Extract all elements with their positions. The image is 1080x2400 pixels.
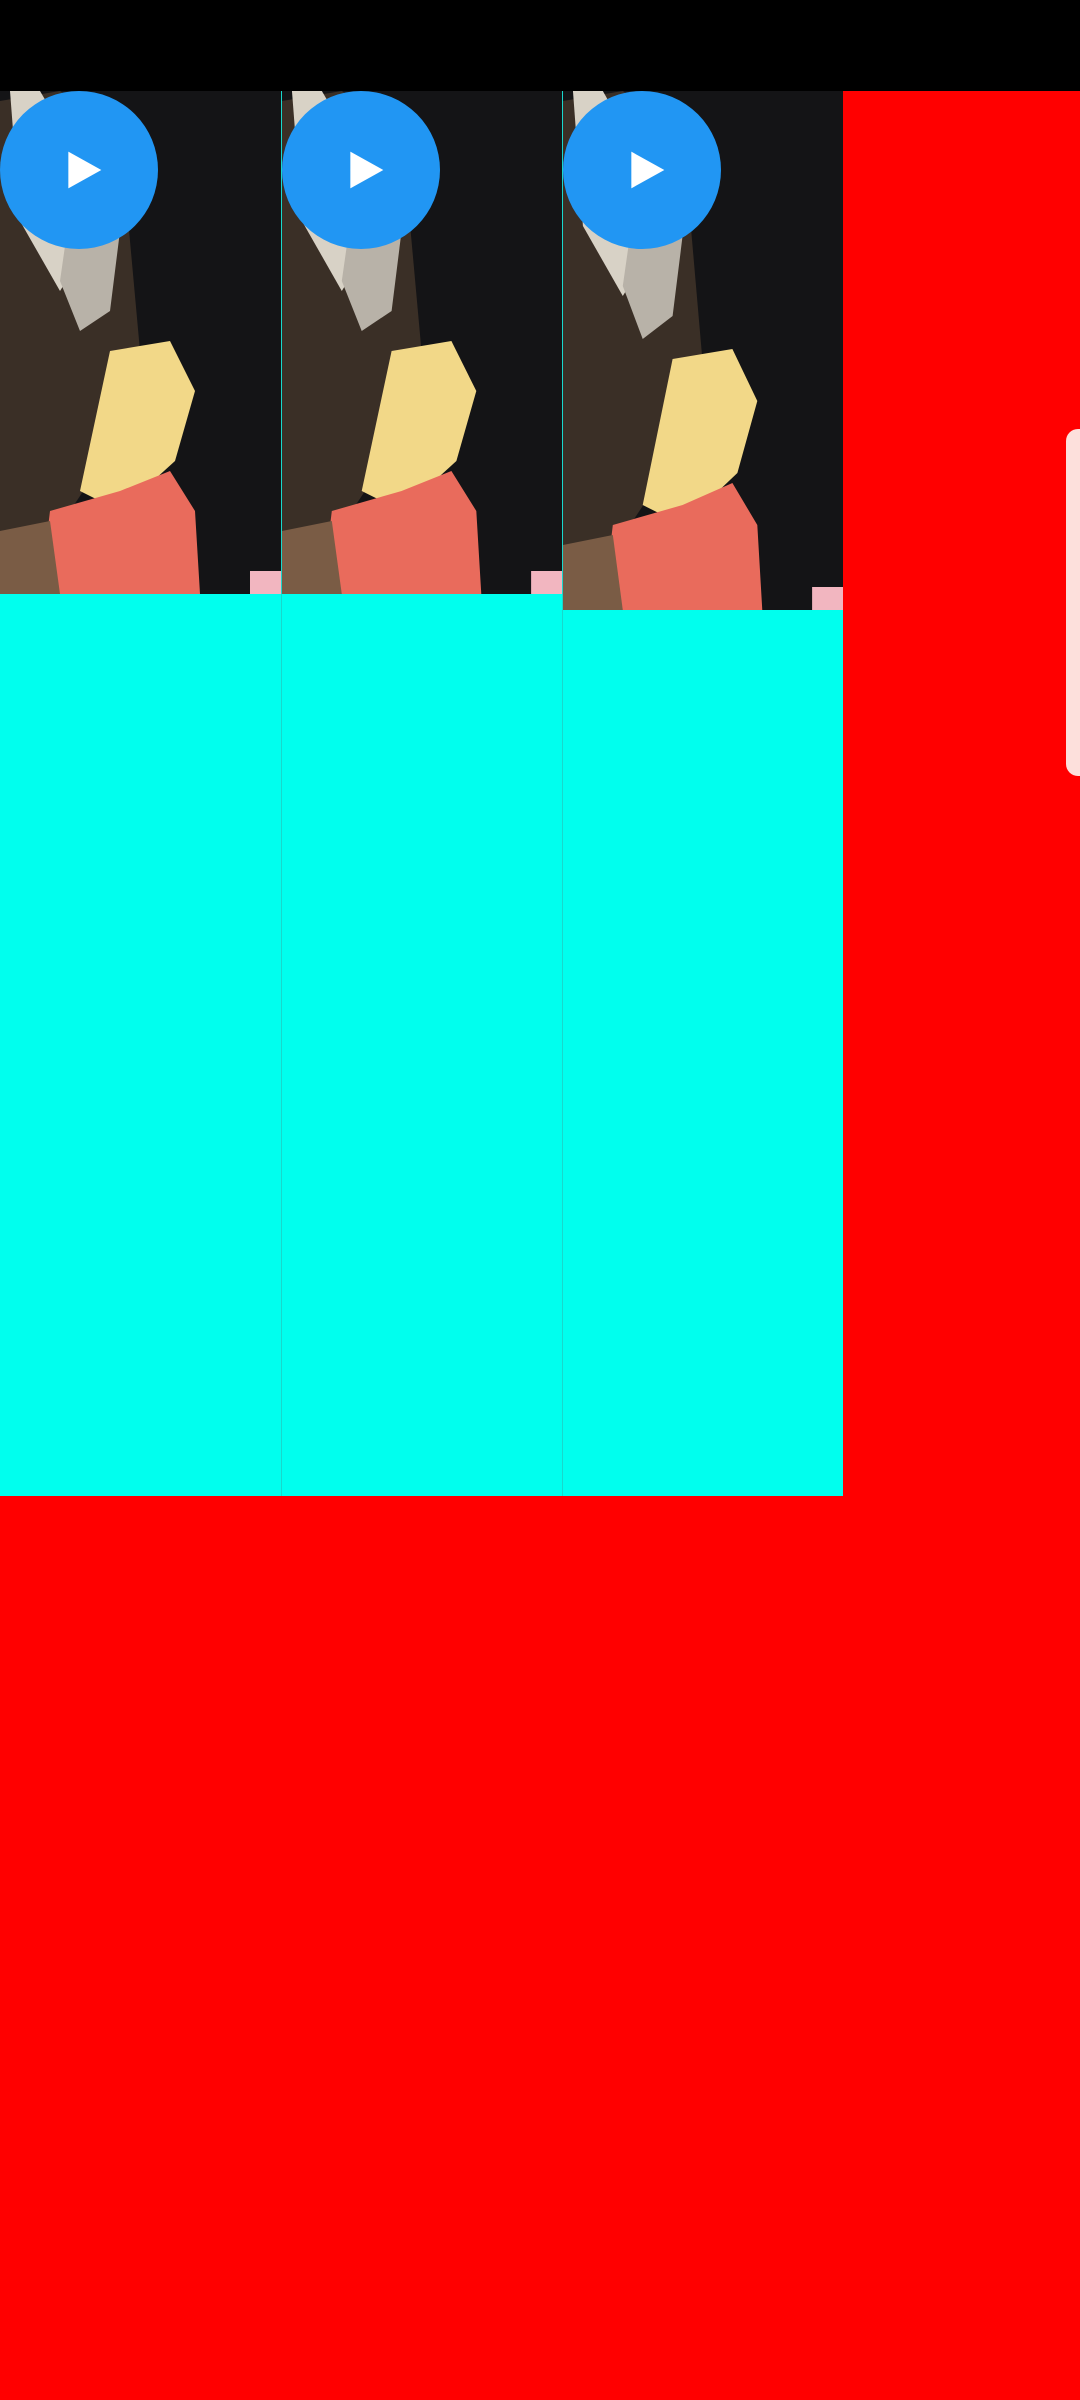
play-icon: [350, 151, 384, 189]
video-column-3: [562, 91, 843, 1496]
edge-panel-handle[interactable]: [1066, 429, 1080, 776]
video-gallery: [0, 91, 1080, 2400]
play-button[interactable]: [0, 91, 158, 249]
play-button[interactable]: [563, 91, 721, 249]
play-icon: [68, 151, 102, 189]
video-column-1: [0, 91, 281, 1496]
play-icon: [631, 151, 665, 189]
video-column-2: [281, 91, 562, 1496]
play-button[interactable]: [282, 91, 440, 249]
status-bar: [0, 0, 1080, 91]
